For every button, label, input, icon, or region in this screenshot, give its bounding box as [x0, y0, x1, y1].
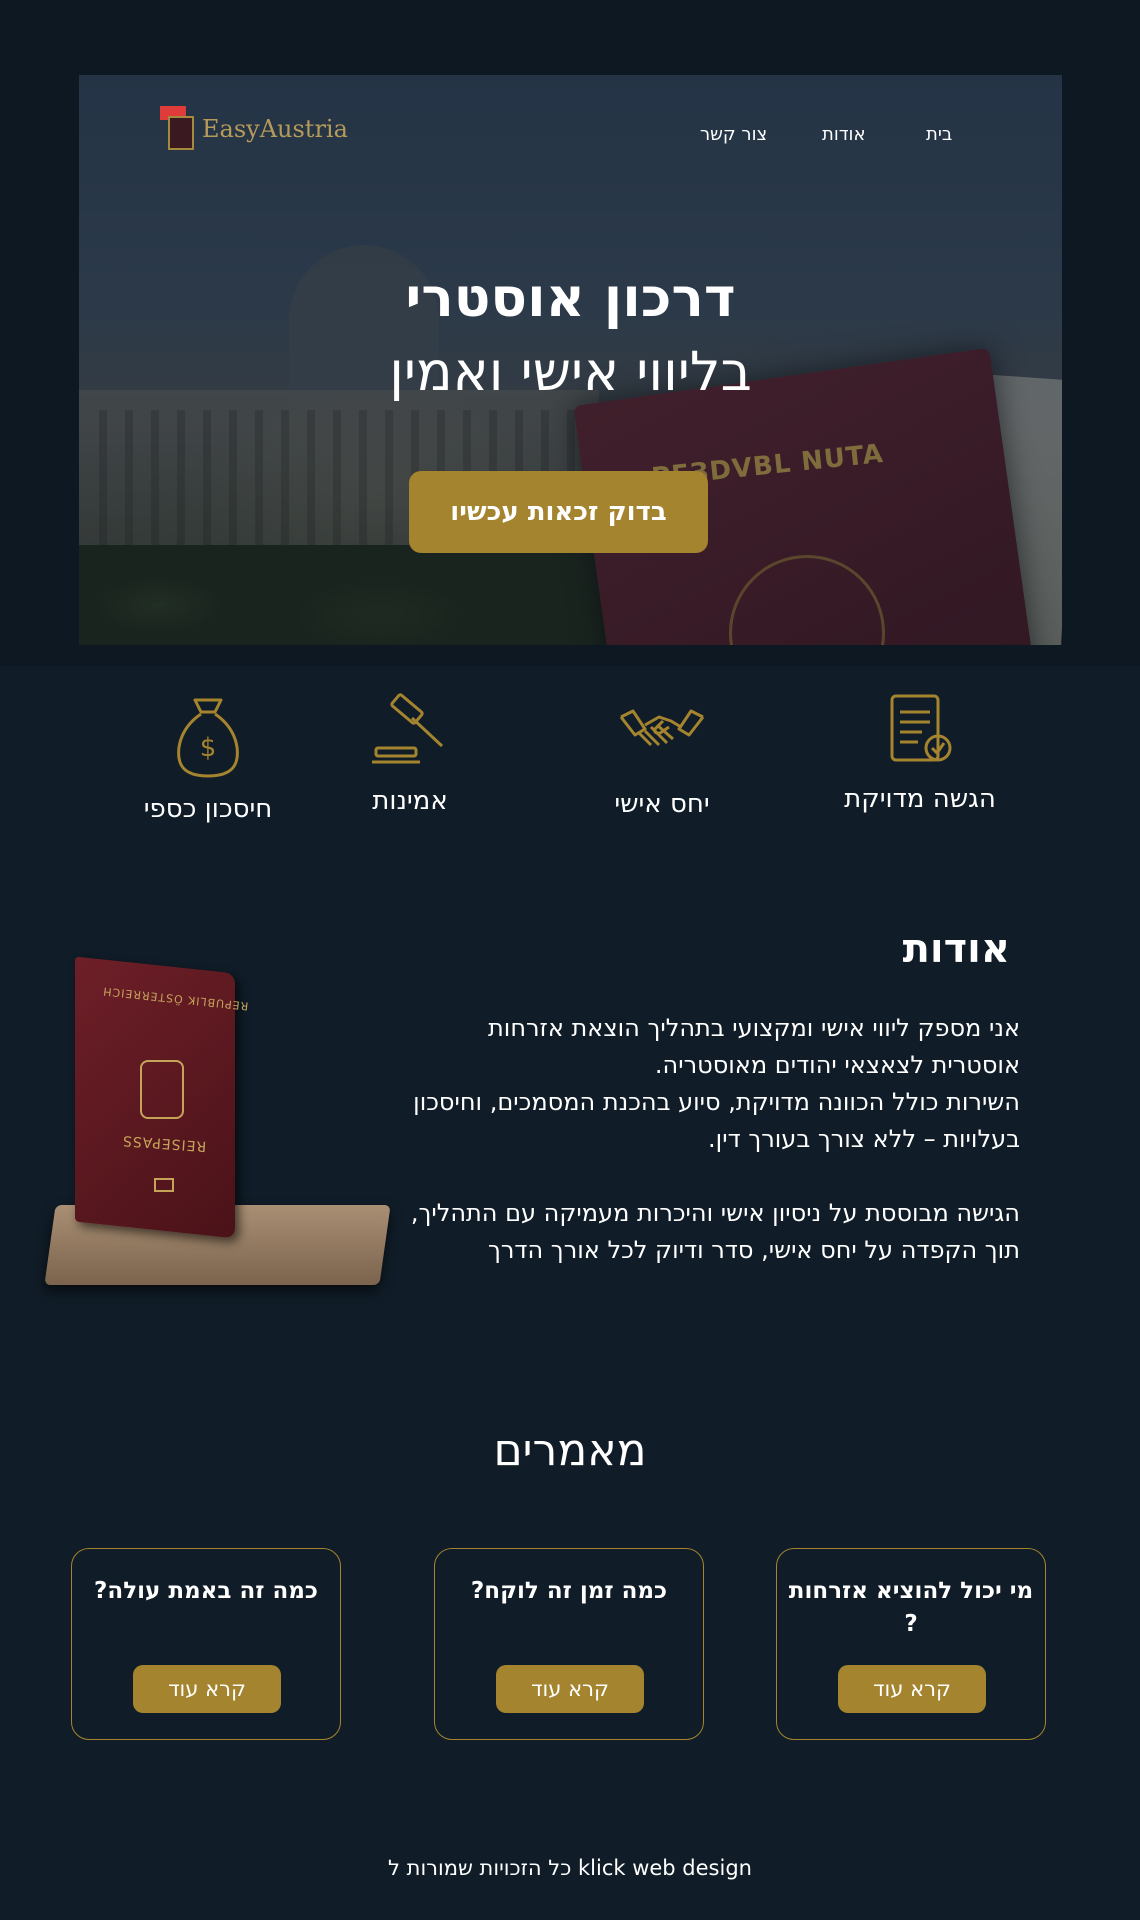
about-text: אני מספק ליווי אישי ומקצועי בתהליך הוצאת… — [410, 1010, 1020, 1269]
article-card: כמה זמן זה לוקח? קרא עוד — [434, 1548, 704, 1740]
article-card: כמה זה באמת עולה? קרא עוד — [71, 1548, 341, 1740]
svg-text:$: $ — [200, 733, 217, 763]
articles-title: מאמרים — [493, 1425, 647, 1476]
money-bag-icon: $ — [177, 698, 239, 778]
logo-text: EasyAustria — [202, 115, 348, 143]
about-paragraph-1: אני מספק ליווי אישי ומקצועי בתהליך הוצאת… — [488, 1014, 1020, 1079]
hero-title-line1: דרכון אוסטרי — [405, 266, 736, 329]
about-paragraph-1b: השירות כולל הכוונה מדויקת, סיוע בהכנת המ… — [413, 1088, 1020, 1153]
feature-precise-submission: הגשה מדויקת — [830, 690, 1010, 814]
nav-contact[interactable]: צור קשר — [700, 124, 767, 145]
about-passport-image: REPUBLIK ÖSTERREICH REISEPASS — [44, 956, 391, 1290]
logo[interactable]: EasyAustria — [160, 106, 348, 152]
feature-label: יחס אישי — [614, 789, 710, 819]
handshake-icon — [619, 709, 705, 747]
read-more-button[interactable]: קרא עוד — [133, 1665, 281, 1713]
about-title: אודות — [902, 926, 1010, 972]
feature-personal-attention: יחס אישי — [572, 695, 752, 819]
read-more-button[interactable]: קרא עוד — [496, 1665, 644, 1713]
check-eligibility-button[interactable]: בדוק זכאות עכשיו — [409, 471, 708, 553]
feature-savings: $ חיסכון כספי — [118, 694, 298, 824]
hero-section: PEЗDVBL NUTA — [0, 0, 1140, 666]
feature-label: חיסכון כספי — [143, 794, 273, 824]
passport-chip-icon — [154, 1178, 174, 1192]
nav-about[interactable]: אודות — [822, 124, 866, 145]
passport-emblem — [140, 1060, 184, 1119]
hero-title-line2: בליווי אישי ואמין — [389, 340, 752, 403]
article-card-title: מי יכול להוציא אזרחות ? — [788, 1578, 1034, 1637]
read-more-button[interactable]: קרא עוד — [838, 1665, 986, 1713]
footer-copyright: כל הזכויות שמורות ל klick web design — [388, 1856, 752, 1880]
feature-reliability: אמינות — [330, 688, 490, 816]
feature-label: אמינות — [372, 786, 448, 816]
article-card-title: כמה זמן זה לוקח? — [470, 1578, 668, 1604]
nav-home[interactable]: בית — [926, 124, 952, 145]
about-paragraph-2: הגישה מבוססת על ניסיון אישי והיכרות מעמי… — [410, 1199, 1020, 1264]
document-check-icon — [890, 694, 952, 762]
logo-icon — [160, 106, 194, 152]
article-card: מי יכול להוציא אזרחות ? קרא עוד — [776, 1548, 1046, 1740]
gavel-icon — [372, 693, 444, 764]
feature-label: הגשה מדויקת — [844, 784, 996, 814]
article-card-title: כמה זה באמת עולה? — [94, 1578, 318, 1604]
